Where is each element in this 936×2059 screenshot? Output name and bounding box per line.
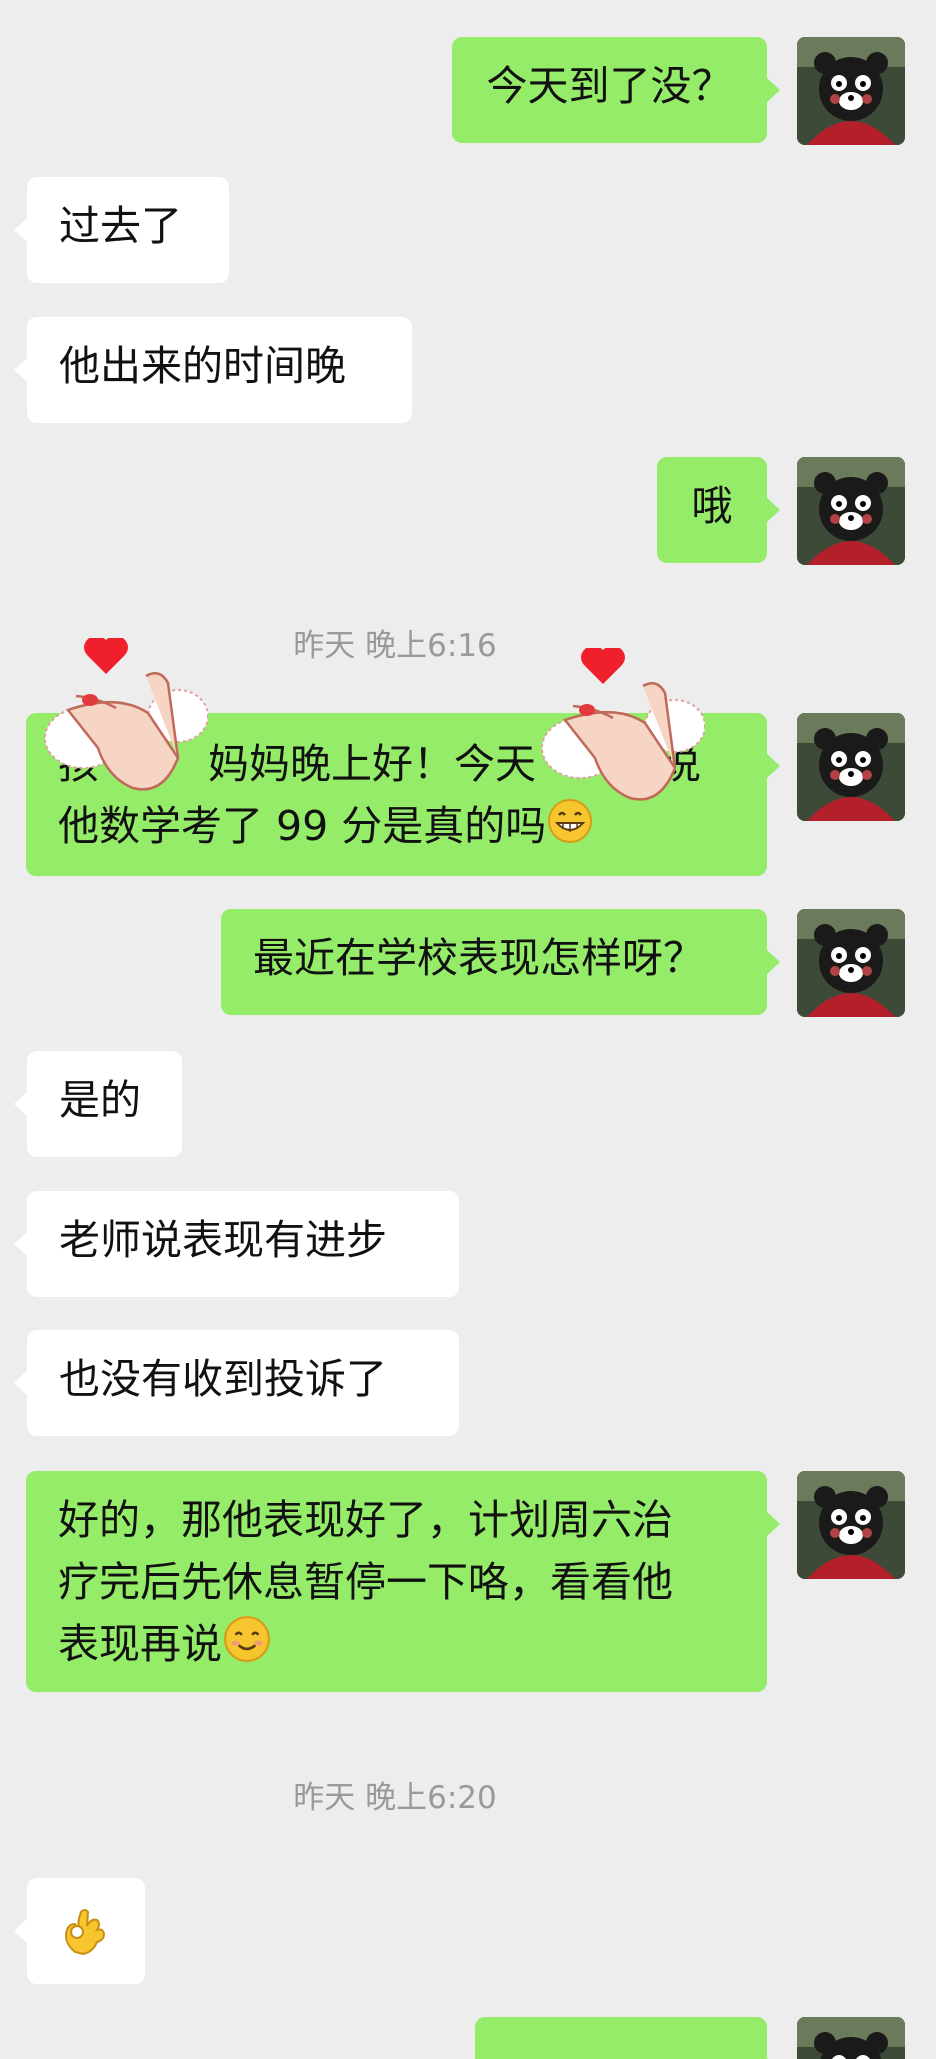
bear-avatar-icon	[797, 2017, 905, 2059]
message-bubble-sent[interactable]: 哦	[657, 457, 780, 563]
bear-avatar-icon	[797, 37, 905, 145]
message-text: 也没有收到投诉了	[59, 1355, 387, 1403]
message-bubble-received[interactable]	[14, 1878, 145, 1984]
message-text: 哦	[691, 482, 733, 530]
message-bubble-received[interactable]: 是的	[14, 1051, 182, 1157]
user-avatar[interactable]	[797, 2017, 905, 2059]
message-text: 过去了	[59, 202, 182, 250]
message-bubble-sent[interactable]: 孩 妈妈晚上好！今天 说 他数学考了 99 分是真的吗	[26, 713, 780, 876]
message-line: 他数学考了 99 分是真的吗	[58, 795, 735, 857]
message-bubble-received[interactable]: 过去了	[14, 177, 229, 283]
message-bubble-received[interactable]: 也没有收到投诉了	[14, 1330, 459, 1436]
chat-timestamp: 昨天 晚上6:16	[293, 628, 497, 664]
message-bubble-sent[interactable]: 今天到了没？	[452, 37, 780, 143]
message-line: 疗完后先休息暂停一下咯，看看他	[58, 1558, 673, 1606]
message-text: 妈妈晚上好！今天	[208, 740, 536, 788]
bear-avatar-icon	[797, 909, 905, 1017]
message-line: 孩 妈妈晚上好！今天 说	[58, 733, 735, 795]
message-bubble-received[interactable]: 老师说表现有进步	[14, 1191, 459, 1297]
message-text: 今天到了没？	[486, 62, 733, 110]
message-text: 他数学考了 99 分是真的吗	[58, 802, 547, 850]
bear-avatar-icon	[797, 1471, 905, 1579]
message-text: 老师说表现有进步	[59, 1216, 387, 1264]
message-bubble-sent[interactable]: 好的，那他表现好了，计划周六治 疗完后先休息暂停一下咯，看看他 表现再说	[26, 1471, 780, 1692]
message-bubble-sent[interactable]: 最近在学校表现怎样呀？	[221, 909, 780, 1015]
bear-avatar-icon	[797, 457, 905, 565]
user-avatar[interactable]	[797, 457, 905, 565]
chat-timestamp: 昨天 晚上6:20	[293, 1780, 497, 1816]
message-text: 是的	[59, 1076, 141, 1124]
message-text: 最近在学校表现怎样呀？	[253, 934, 704, 982]
bear-avatar-icon	[797, 713, 905, 821]
chat-view[interactable]: 今天到了没？ 过去了 他出来的时间晚 哦 昨天 晚上6:16 孩 妈妈晚上好！今…	[0, 0, 936, 2059]
user-avatar[interactable]	[797, 713, 905, 821]
message-line: 好的，那他表现好了，计划周六治	[58, 1496, 673, 1544]
user-avatar[interactable]	[797, 1471, 905, 1579]
user-avatar[interactable]	[797, 909, 905, 1017]
grin-emoji-icon	[546, 797, 594, 862]
ok-hand-emoji-icon	[57, 1902, 113, 1975]
user-avatar[interactable]	[797, 37, 905, 145]
message-text: 他出来的时间晚	[59, 342, 346, 390]
message-bubble-sent[interactable]	[475, 2017, 780, 2059]
message-text: 表现再说	[58, 1620, 222, 1668]
message-text: 说	[660, 740, 701, 788]
message-text: 孩	[58, 740, 99, 788]
message-line: 表现再说	[58, 1613, 735, 1675]
message-bubble-received[interactable]: 他出来的时间晚	[14, 317, 412, 423]
smile-emoji-icon	[222, 1614, 272, 1681]
